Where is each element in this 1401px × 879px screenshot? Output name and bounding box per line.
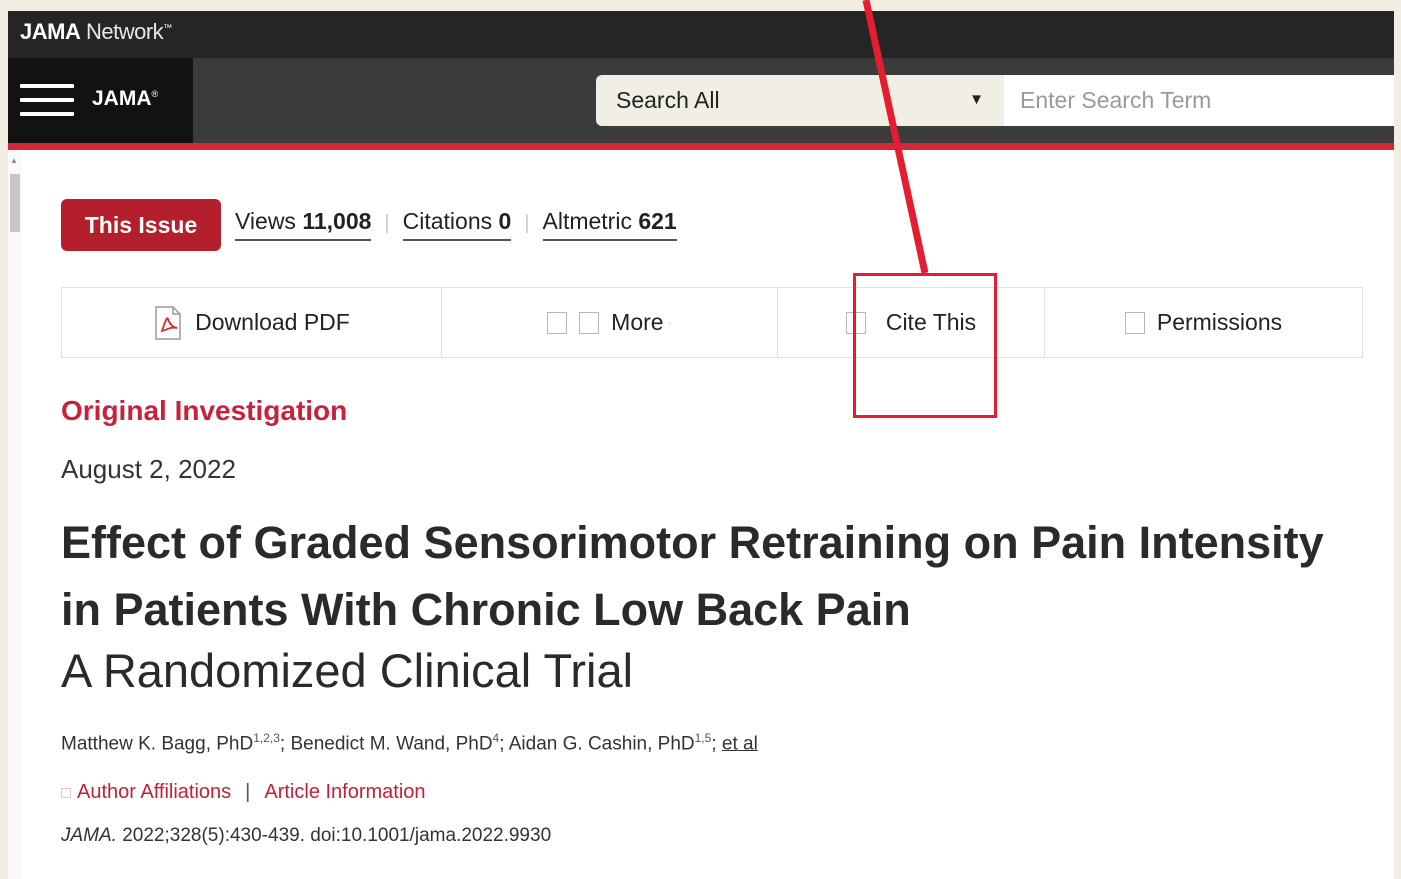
- annotation-highlight-box: [853, 273, 997, 418]
- citation-line: JAMA. 2022;328(5):430-439. doi:10.1001/j…: [61, 825, 552, 846]
- browser-viewport: JAMA Network™ JAMA® Search All ▼ ▲ This …: [8, 11, 1394, 879]
- author-affiliations-link[interactable]: Author Affiliations: [77, 781, 231, 804]
- et-al-link[interactable]: et al: [722, 733, 758, 754]
- author-name[interactable]: Matthew K. Bagg, PhD: [61, 733, 253, 754]
- permissions-button[interactable]: Permissions: [1045, 288, 1362, 357]
- jama-network-logo[interactable]: JAMA Network™: [20, 19, 172, 45]
- search-input[interactable]: [1004, 75, 1394, 126]
- views-metric[interactable]: Views 11,008: [235, 208, 372, 241]
- dropdown-arrow-icon: ▼: [969, 91, 984, 108]
- pdf-icon: [155, 305, 181, 340]
- search-scope-label: Search All: [616, 87, 720, 113]
- article-subtitle: A Randomized Clinical Trial: [61, 644, 634, 697]
- article-type: Original Investigation: [61, 395, 348, 426]
- menu-block: JAMA®: [8, 58, 193, 143]
- citations-metric[interactable]: Citations 0: [402, 208, 512, 241]
- article-metrics: Views 11,008 | Citations 0 | Altmetric 6…: [235, 208, 677, 241]
- network-header: JAMA Network™: [8, 11, 1394, 58]
- article-info-links: Author Affiliations | Article Informatio…: [61, 781, 426, 804]
- share-icon: [547, 311, 568, 334]
- permissions-icon: [1124, 311, 1145, 334]
- author-name[interactable]: Aidan G. Cashin, PhD: [509, 733, 695, 754]
- header-accent-line: [8, 143, 1394, 150]
- hamburger-menu-icon[interactable]: [20, 84, 74, 118]
- scroll-thumb[interactable]: [10, 174, 20, 232]
- scrollbar[interactable]: ▲: [8, 150, 22, 879]
- author-name[interactable]: Benedict M. Wand, PhD: [290, 733, 492, 754]
- journal-header: JAMA® Search All ▼: [8, 58, 1394, 143]
- article-title: Effect of Graded Sensorimotor Retraining…: [61, 517, 1324, 635]
- article-information-link[interactable]: Article Information: [264, 781, 425, 804]
- altmetric-metric[interactable]: Altmetric 621: [542, 208, 677, 241]
- search-scope-select[interactable]: Search All ▼: [596, 75, 1004, 126]
- download-pdf-button[interactable]: Download PDF: [62, 288, 442, 357]
- options-icon: [579, 311, 600, 334]
- expand-icon: [61, 787, 71, 798]
- more-caret-icon: ◦: [667, 315, 672, 330]
- scroll-up-icon[interactable]: ▲: [10, 156, 18, 165]
- article-toolbar: Download PDF More ◦ Cite This Permission…: [61, 287, 1363, 358]
- publication-date: August 2, 2022: [61, 454, 236, 484]
- more-button[interactable]: More ◦: [442, 288, 778, 357]
- author-list: Matthew K. Bagg, PhD1,2,3; Benedict M. W…: [61, 731, 758, 755]
- this-issue-button[interactable]: This Issue: [61, 199, 221, 251]
- jama-logo[interactable]: JAMA®: [92, 87, 158, 111]
